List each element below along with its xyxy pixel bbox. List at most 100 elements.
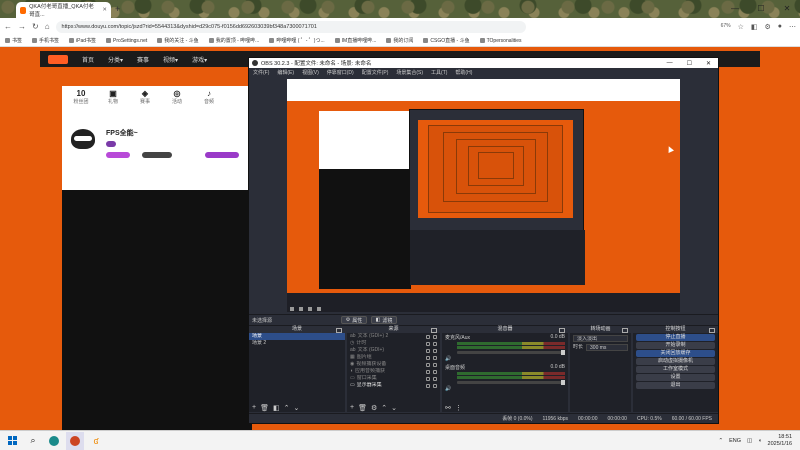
filter-icon[interactable]: ◧: [273, 404, 280, 412]
source-item[interactable]: ▭ 显示器采集: [347, 382, 440, 389]
maximize-button[interactable]: ☐: [748, 0, 774, 16]
trash-icon[interactable]: 🗑: [358, 404, 367, 412]
nav-games[interactable]: 游戏▾: [192, 55, 207, 64]
obs-taskbar-icon[interactable]: [66, 431, 84, 450]
stat-gift[interactable]: ▣ 礼物: [100, 89, 126, 105]
trash-icon[interactable]: 🗑: [260, 404, 269, 412]
source-item[interactable]: ab 文本 (GDI+): [347, 347, 440, 354]
lock-icon[interactable]: [433, 369, 437, 374]
link-icon[interactable]: ⚯: [445, 404, 451, 412]
edge-icon[interactable]: [45, 432, 63, 450]
play-icon[interactable]: [308, 306, 312, 311]
settings-icon[interactable]: ⚙: [764, 23, 770, 31]
menu-view[interactable]: 视图(V): [302, 69, 319, 76]
settings-button[interactable]: 设置: [636, 374, 715, 381]
menu-tools[interactable]: 工具(T): [431, 69, 447, 76]
menu-scene-collection[interactable]: 场景集合(S): [396, 69, 423, 76]
url-field[interactable]: https://www.douyu.com/topic/jszd?rid=554…: [55, 20, 526, 33]
sync-icon[interactable]: [317, 306, 321, 311]
replay-buffer-button[interactable]: 关闭回放缓存: [636, 350, 715, 357]
minimize-button[interactable]: —: [722, 0, 748, 16]
stat-audio[interactable]: ♪ 音频: [196, 89, 222, 105]
eye-icon[interactable]: [426, 341, 430, 346]
scene-item[interactable]: 场景 2: [249, 340, 345, 347]
menu-help[interactable]: 帮助(H): [455, 69, 472, 76]
lock-icon[interactable]: [433, 383, 437, 388]
nav-video[interactable]: 视频▾: [163, 55, 178, 64]
slider-handle[interactable]: [561, 350, 565, 355]
nav-home[interactable]: 首页: [82, 55, 94, 64]
obs-close-button[interactable]: ✕: [706, 60, 711, 67]
source-item[interactable]: ▦ 图片组: [347, 354, 440, 361]
source-item[interactable]: ◉ 视频捕获设备: [347, 361, 440, 368]
profile-icon[interactable]: ●: [778, 23, 782, 31]
exit-button[interactable]: 退出: [636, 382, 715, 389]
bookmark-item[interactable]: 书签: [5, 37, 22, 44]
search-icon[interactable]: ⌕: [24, 432, 42, 450]
virtual-camera-button[interactable]: 启动虚拟摄像机: [636, 358, 715, 365]
up-icon[interactable]: ⌃: [381, 404, 387, 412]
add-icon[interactable]: +: [252, 404, 256, 411]
new-tab-button[interactable]: +: [115, 4, 120, 14]
nav-category[interactable]: 分类▾: [108, 55, 123, 64]
volume-icon[interactable]: ◖: [758, 438, 761, 444]
clock[interactable]: 18:51 2025/1/16: [768, 434, 792, 448]
filters-button[interactable]: ◧ 滤镜: [371, 316, 397, 324]
start-recording-button[interactable]: 开始录制: [636, 342, 715, 349]
follow-button[interactable]: [106, 152, 130, 158]
close-tab-icon[interactable]: ✕: [102, 7, 107, 13]
stat-match[interactable]: ◈ 赛事: [132, 89, 158, 105]
studio-mode-button[interactable]: 工作室模式: [636, 366, 715, 373]
bookmark-item[interactable]: 我的置顶 - 哔哩哔...: [208, 37, 259, 44]
nav-events[interactable]: 赛事: [137, 55, 149, 64]
start-button[interactable]: [3, 432, 21, 450]
bookmark-item[interactable]: ProSettings.net: [106, 38, 147, 44]
volume-slider[interactable]: [457, 350, 565, 355]
slider-handle[interactable]: [561, 380, 565, 385]
menu-profile[interactable]: 配置文件(P): [362, 69, 389, 76]
bookmark-item[interactable]: 手机书签: [32, 37, 59, 44]
eye-icon[interactable]: [426, 355, 430, 360]
extension-icon[interactable]: ◧: [751, 23, 758, 31]
menu-icon[interactable]: ⋯: [789, 23, 796, 31]
down-icon[interactable]: ⌄: [391, 404, 397, 412]
badge-pill[interactable]: [142, 152, 172, 158]
chevron-up-icon[interactable]: ⌃: [718, 438, 723, 444]
streamer-avatar[interactable]: [68, 124, 98, 154]
eye-icon[interactable]: [426, 376, 430, 381]
lock-icon[interactable]: [433, 362, 437, 367]
network-icon[interactable]: ◫: [747, 438, 752, 444]
stop-icon[interactable]: [299, 306, 303, 311]
forward-icon[interactable]: →: [18, 22, 26, 31]
scene-item[interactable]: 场景: [249, 333, 345, 340]
menu-file[interactable]: 文件(F): [253, 69, 269, 76]
bookmark-item[interactable]: 我的订阅: [386, 37, 413, 44]
douyu-logo[interactable]: [48, 54, 68, 64]
source-item[interactable]: ▭ 窗口采集: [347, 375, 440, 382]
volume-slider[interactable]: [457, 380, 565, 385]
home-icon[interactable]: ⌂: [45, 22, 50, 31]
eye-icon[interactable]: [426, 369, 430, 374]
app-icon[interactable]: ʛ: [87, 432, 105, 450]
subscribe-button[interactable]: [205, 152, 239, 158]
eye-icon[interactable]: [426, 334, 430, 339]
back-icon[interactable]: ←: [4, 22, 12, 31]
gear-icon[interactable]: ⚙: [371, 404, 377, 412]
bookmark-item[interactable]: CSGO直播 - 斗鱼: [423, 37, 470, 44]
stop-streaming-button[interactable]: 停止直播: [636, 334, 715, 341]
speaker-icon[interactable]: 🔊: [445, 386, 565, 392]
obs-minimize-button[interactable]: —: [667, 60, 673, 67]
down-icon[interactable]: ⌄: [293, 404, 299, 412]
obs-preview[interactable]: [287, 79, 680, 305]
source-item[interactable]: ab 文本 (GDI+) 2: [347, 333, 440, 340]
lock-icon[interactable]: [433, 376, 437, 381]
bookmark-item[interactable]: 我的关注 - 斗鱼: [157, 37, 199, 44]
bookmark-item[interactable]: IM直播哔哩哔...: [334, 37, 376, 44]
source-item[interactable]: ◷ 计时: [347, 340, 440, 347]
lock-icon[interactable]: [433, 348, 437, 353]
language-indicator[interactable]: ENG: [729, 438, 741, 444]
obs-maximize-button[interactable]: ☐: [687, 60, 692, 67]
source-item[interactable]: ◖ 应用音频捕获: [347, 368, 440, 375]
stat-fans[interactable]: 10 粉丝团: [68, 89, 94, 105]
bookmark-item[interactable]: TOpersonalities: [479, 38, 522, 44]
